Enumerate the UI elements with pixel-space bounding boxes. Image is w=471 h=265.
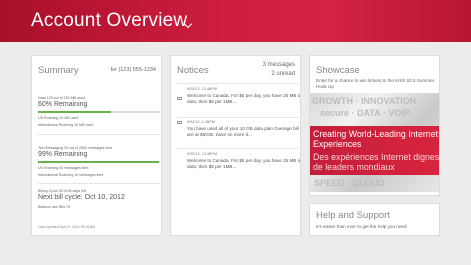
promo-english: Creating World-Leading Internet Experien… [313,129,439,149]
help-text: It's easier than ever to get the help yo… [316,224,407,229]
showcase-title: Showcase [316,65,360,76]
data-progress-bar [38,111,160,113]
data-us-roaming: US Roaming 10 MB used [38,116,79,120]
text-progress-fill [38,161,159,163]
notices-panel: Notices 3 messages 2 unread 9/25/12, 12:… [170,55,301,236]
notice-date: 9/25/12, 12:48PM [187,152,217,156]
text-intl-roaming: International Roaming 10 messages sent [38,173,104,177]
notice-text: Welcome to Canada. For $5 per day, you h… [187,158,301,169]
notice-text: You have used all of your 10 GB data pla… [187,126,299,137]
next-bill-cycle: Next bill cycle: Oct 10, 2012 [38,194,125,201]
last-updated: Last updated April 9, 2012 09:42AM [38,225,96,229]
notices-count: 3 messages [262,62,295,68]
showcase-text: Enter for a chance to win tickets to the… [316,78,435,89]
notices-title: Notices [177,65,209,76]
data-usage: Data 125 out of 250 MB used [38,96,85,100]
text-remaining: 99% Remaining [38,151,88,158]
envelope-icon [177,121,182,124]
balance-due: Balance due $84.75 [38,205,70,209]
help-panel[interactable]: Help and Support It's easier than ever t… [309,203,440,236]
promo-french: Des expériences Internet dignes de leade… [313,152,440,172]
text-usage: Text Messaging 25 out of 2500 messages s… [38,146,113,150]
data-intl-roaming: International Roaming 10 MB used [38,123,94,127]
promo-bg-text: SPEED · CLOUD [314,178,385,188]
notices-unread: 2 unread [271,71,295,77]
summary-title: Summary [38,65,79,76]
page-title[interactable]: Account Overview [31,10,187,32]
data-progress-fill [38,111,112,113]
text-us-roaming: US Roaming 50 messages sent [38,166,89,170]
notice-item[interactable]: 9/25/12, 12:48PM Welcome to Canada. For … [171,151,301,181]
summary-panel: Summary for (123) 555-1234 Data 125 out … [31,55,162,236]
help-title: Help and Support [316,210,390,221]
showcase-panel[interactable]: Showcase Enter for a chance to win ticke… [309,55,440,196]
data-remaining: 60% Remaining [38,101,88,108]
summary-phone: for (123) 555-1234 [110,67,156,73]
app-header: Account Overview [0,0,471,42]
envelope-icon [177,97,182,100]
notice-date: 9/25/12, 12:48PM [187,87,217,91]
notice-item[interactable]: 9/02/12, 1:36PM You have used all of you… [171,119,300,149]
promo-bg-text: GROWTH · INNOVATION [312,96,417,106]
promo-image[interactable]: GROWTH · INNOVATION secure · DATA · VOIP… [310,93,440,192]
notice-text: Welcome to Canada. For $5 per day, you h… [187,93,301,104]
notice-date: 9/02/12, 1:36PM [187,120,215,124]
divider [177,117,299,118]
notice-item[interactable]: 9/25/12, 12:48PM Welcome to Canada. For … [171,86,301,116]
divider [177,83,299,84]
billing-cycle: Billing Cycle 25 of 26 days left [38,189,86,193]
divider [177,148,299,149]
divider [38,134,160,135]
text-progress-bar [38,161,160,163]
divider [38,183,160,184]
promo-bg-text: secure · DATA · VOIP [320,108,410,118]
